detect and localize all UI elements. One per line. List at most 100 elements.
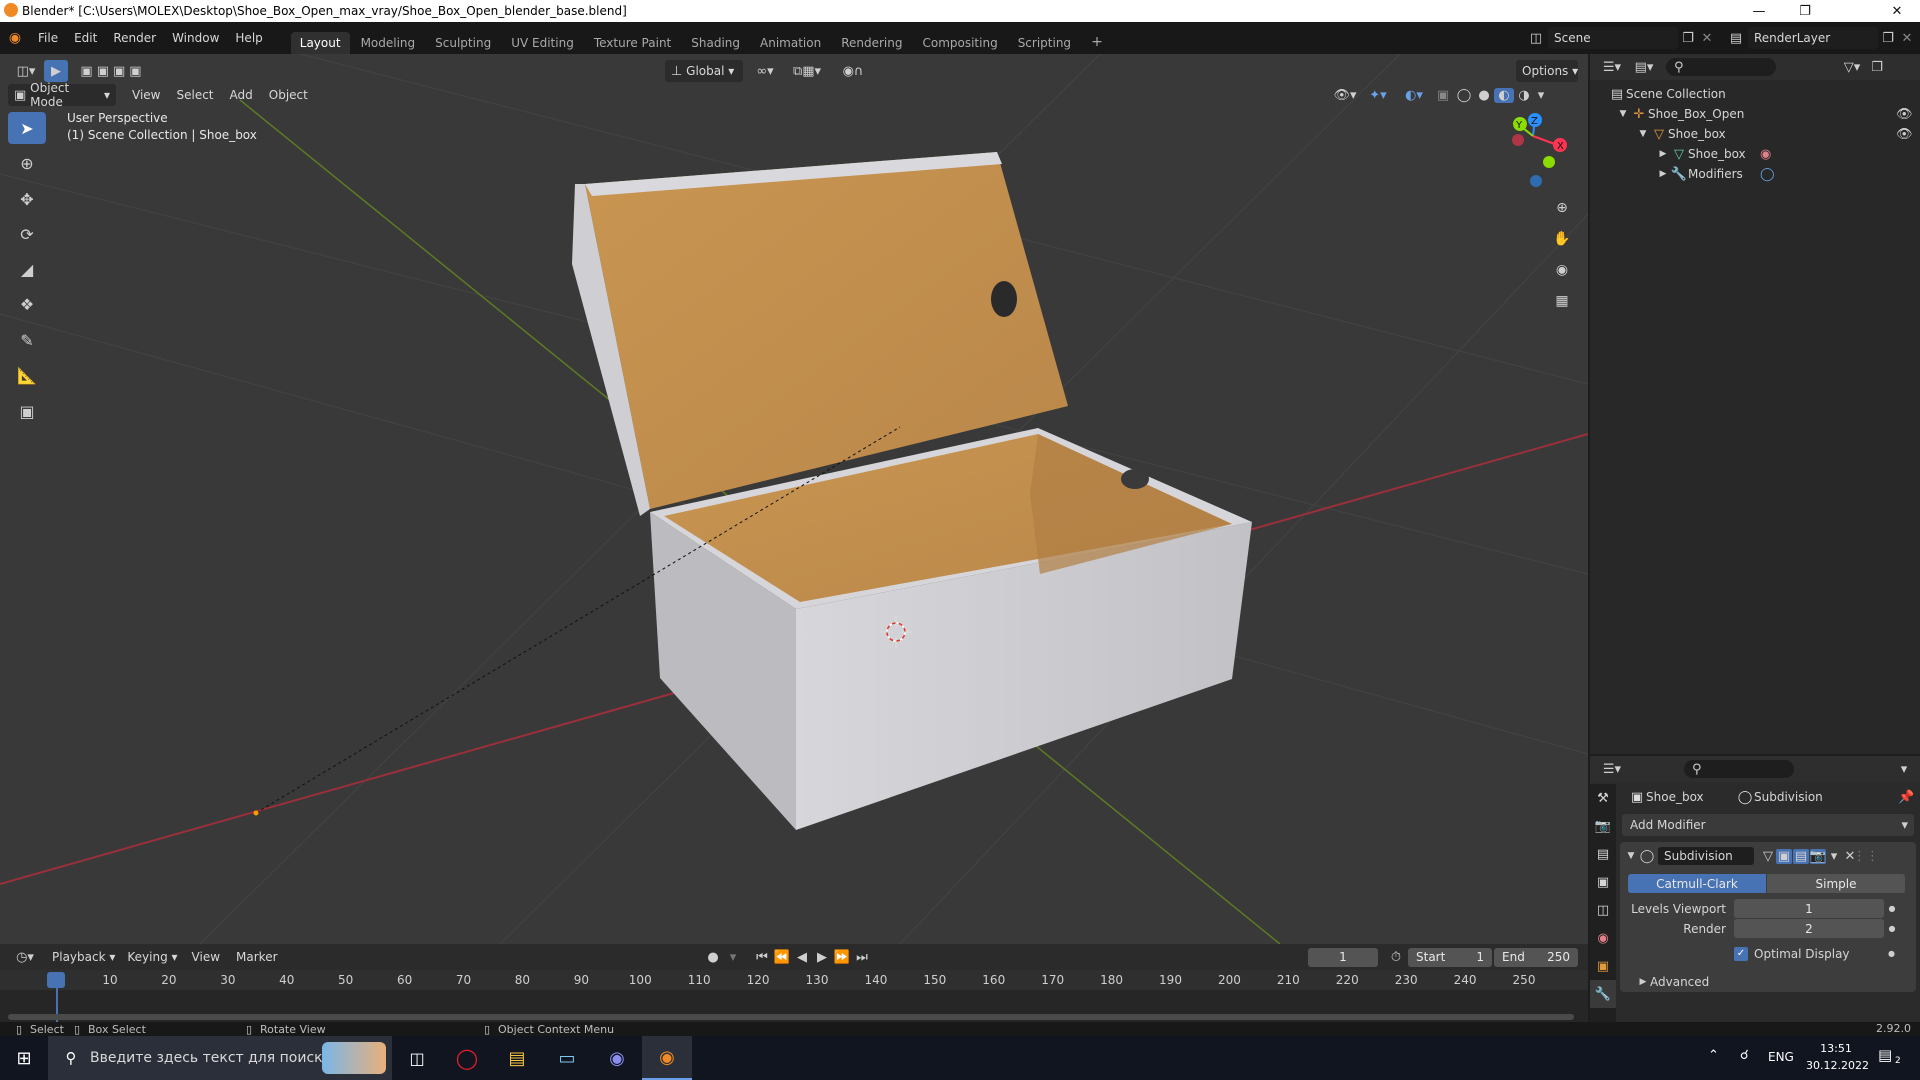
keyframe-dot-icon[interactable]: ● bbox=[1884, 924, 1900, 933]
selection-mode-icons[interactable]: ▣▣▣▣ bbox=[68, 64, 158, 79]
3d-viewport[interactable]: Z X Y ◫▾ ▶ ▣▣▣▣ ⊥ Global ▾ ∞▾ ⧉▦▾ ◉∩ Opt… bbox=[0, 54, 1588, 944]
auto-keying-icon[interactable]: ● bbox=[700, 950, 726, 965]
pivot-icon[interactable]: ∞▾ bbox=[749, 64, 781, 79]
timeline-scrollbar[interactable] bbox=[8, 1014, 1574, 1020]
viewport-display-icon[interactable]: ▤ bbox=[1793, 848, 1809, 864]
catmull-clark-button[interactable]: Catmull-Clark bbox=[1628, 874, 1766, 893]
display-mode-icon[interactable]: ▤▾ bbox=[1628, 60, 1660, 75]
expand-arrow-icon[interactable]: ▼ bbox=[1616, 109, 1630, 119]
overlay-toggle-icon[interactable]: ◐▾ bbox=[1396, 88, 1432, 103]
stopwatch-icon[interactable]: ⏱ bbox=[1384, 950, 1408, 965]
taskbar-search-box[interactable]: ⚲ Введите здесь текст для поиска bbox=[48, 1036, 392, 1080]
next-keyframe-icon[interactable]: ⏩ bbox=[832, 950, 852, 965]
cursor-tool-icon[interactable]: ⊕ bbox=[8, 147, 46, 179]
scale-tool-icon[interactable]: ◢ bbox=[8, 253, 46, 285]
options-dropdown[interactable]: Options ▾ bbox=[1516, 60, 1578, 82]
copy-scene-icon[interactable]: ❐ bbox=[1678, 31, 1698, 46]
wireframe-shading-icon[interactable]: ◯ bbox=[1454, 88, 1474, 103]
viewport-menu-select[interactable]: Select bbox=[168, 88, 221, 102]
play-icon[interactable]: ▶ bbox=[812, 950, 832, 965]
menu-help[interactable]: Help bbox=[227, 31, 270, 45]
move-tool-icon[interactable]: ✥ bbox=[8, 183, 46, 215]
subdivision-modifier-icon[interactable]: ◯ bbox=[1760, 167, 1775, 182]
tray-chevron-icon[interactable]: ⌃ bbox=[1708, 1048, 1719, 1063]
optimal-display-checkbox[interactable]: ✓ bbox=[1734, 946, 1748, 961]
orientation-dropdown[interactable]: ⊥ Global ▾ bbox=[665, 60, 743, 82]
select-box-tool-icon[interactable]: ➤ bbox=[8, 112, 46, 144]
close-icon[interactable]: ✕ bbox=[1874, 0, 1920, 22]
tab-layout[interactable]: Layout bbox=[290, 32, 350, 54]
end-frame-field[interactable]: End 250 bbox=[1494, 947, 1578, 967]
playhead[interactable] bbox=[47, 972, 65, 988]
maximize-icon[interactable]: ❐ bbox=[1782, 0, 1828, 22]
modifier-menu-icon[interactable]: ▾ bbox=[1826, 849, 1842, 864]
ortho-grid-icon[interactable]: ▦ bbox=[1548, 287, 1576, 315]
jump-start-icon[interactable]: ⏮ bbox=[752, 950, 772, 965]
rotate-tool-icon[interactable]: ⟳ bbox=[8, 218, 46, 250]
advanced-subpanel[interactable]: ▶ Advanced bbox=[1624, 973, 1912, 991]
view-layer-tab-icon[interactable]: ▣ bbox=[1590, 868, 1616, 896]
collapsed-arrow-icon[interactable]: ▶ bbox=[1656, 149, 1670, 159]
proportional-edit-icon[interactable]: ◉∩ bbox=[833, 64, 873, 79]
scene-selector[interactable]: ◫ Scene ❐ ✕ bbox=[1524, 27, 1716, 49]
material-shading-icon[interactable]: ◐ bbox=[1494, 87, 1514, 103]
measure-tool-icon[interactable]: 📐 bbox=[8, 359, 46, 391]
zoom-icon[interactable]: ⊕ bbox=[1548, 194, 1576, 222]
world-tab-icon[interactable]: ◉ bbox=[1590, 924, 1616, 952]
outliner-scene-collection[interactable]: ▤ Scene Collection bbox=[1590, 84, 1920, 104]
mode-dropdown[interactable]: ▣ Object Mode ▾ bbox=[8, 81, 116, 109]
properties-options-icon[interactable]: ▾ bbox=[1894, 762, 1914, 777]
timeline-menu-playback[interactable]: Playback ▾ bbox=[46, 946, 121, 968]
timeline-menu-view[interactable]: View bbox=[184, 950, 228, 964]
timeline-editor-icon[interactable]: ◷▾ bbox=[10, 950, 40, 965]
notification-icon[interactable]: ▤ bbox=[1878, 1046, 1892, 1064]
tab-uv-editing[interactable]: UV Editing bbox=[502, 32, 583, 54]
gizmo-toggle-icon[interactable]: ✦▾ bbox=[1360, 88, 1396, 103]
scene-name[interactable]: Scene bbox=[1548, 27, 1678, 49]
start-frame-field[interactable]: Start 1 bbox=[1408, 947, 1492, 967]
add-modifier-dropdown[interactable]: Add Modifier ▾ bbox=[1622, 814, 1914, 836]
copy-layer-icon[interactable]: ❐ bbox=[1878, 31, 1898, 46]
blender-menu-icon[interactable]: ◉ bbox=[0, 30, 30, 46]
filter-icon[interactable]: ▽▾ bbox=[1838, 60, 1866, 75]
rendered-shading-icon[interactable]: ◑ bbox=[1514, 88, 1534, 103]
new-collection-icon[interactable]: ❐ bbox=[1866, 60, 1888, 75]
discord-app-icon[interactable]: ◉ bbox=[592, 1036, 642, 1080]
expand-arrow-icon[interactable]: ▼ bbox=[1636, 129, 1650, 139]
prev-keyframe-icon[interactable]: ⏪ bbox=[772, 950, 792, 965]
output-tab-icon[interactable]: ▤ bbox=[1590, 840, 1616, 868]
keyframe-dot-icon[interactable]: ● bbox=[1884, 904, 1900, 913]
menu-render[interactable]: Render bbox=[105, 31, 164, 45]
windows-start-icon[interactable]: ⊞ bbox=[0, 1036, 48, 1080]
outliner-search-input[interactable]: ⚲ bbox=[1666, 58, 1776, 76]
remove-scene-icon[interactable]: ✕ bbox=[1698, 31, 1716, 46]
render-layer-name[interactable]: RenderLayer bbox=[1748, 27, 1878, 49]
modifier-tab-icon[interactable]: 🔧 bbox=[1590, 980, 1616, 1008]
outliner-item-shoe-box-open[interactable]: ▼ ✛ Shoe_Box_Open 👁 bbox=[1590, 104, 1920, 124]
levels-viewport-field[interactable]: 1 bbox=[1734, 899, 1884, 918]
xray-icon[interactable]: ▣ bbox=[1432, 88, 1454, 103]
task-view-icon[interactable]: ◫ bbox=[392, 1036, 442, 1080]
render-layer-selector[interactable]: ▤ RenderLayer ❐ ✕ bbox=[1724, 27, 1916, 49]
tab-texture-paint[interactable]: Texture Paint bbox=[585, 32, 680, 54]
play-reverse-icon[interactable]: ◀ bbox=[792, 950, 812, 965]
simple-button[interactable]: Simple bbox=[1767, 874, 1905, 893]
tool-tab-icon[interactable]: ⚒ bbox=[1590, 784, 1616, 812]
render-tab-icon[interactable]: 📷 bbox=[1590, 812, 1616, 840]
tab-rendering[interactable]: Rendering bbox=[832, 32, 911, 54]
tab-modeling[interactable]: Modeling bbox=[352, 32, 425, 54]
scene-tab-icon[interactable]: ◫ bbox=[1590, 896, 1616, 924]
eye-icon[interactable]: 👁 bbox=[1896, 107, 1913, 122]
minimize-icon[interactable]: — bbox=[1736, 0, 1782, 22]
clock[interactable]: 13:51 30.12.2022 bbox=[1806, 1042, 1869, 1072]
pin-icon[interactable]: 📌 bbox=[1898, 790, 1914, 805]
modifier-name-field[interactable]: Subdivision bbox=[1658, 847, 1754, 865]
properties-search-input[interactable]: ⚲ bbox=[1684, 760, 1794, 778]
visibility-icon[interactable]: 👁▾ bbox=[1330, 88, 1360, 103]
select-tool-icon[interactable]: ▶ bbox=[44, 60, 68, 82]
menu-window[interactable]: Window bbox=[164, 31, 227, 45]
tab-compositing[interactable]: Compositing bbox=[913, 32, 1006, 54]
snap-icon[interactable]: ⧉▦▾ bbox=[781, 64, 833, 79]
solid-shading-icon[interactable]: ● bbox=[1474, 88, 1494, 103]
editor-type-icon[interactable]: ◫▾ bbox=[8, 64, 44, 79]
